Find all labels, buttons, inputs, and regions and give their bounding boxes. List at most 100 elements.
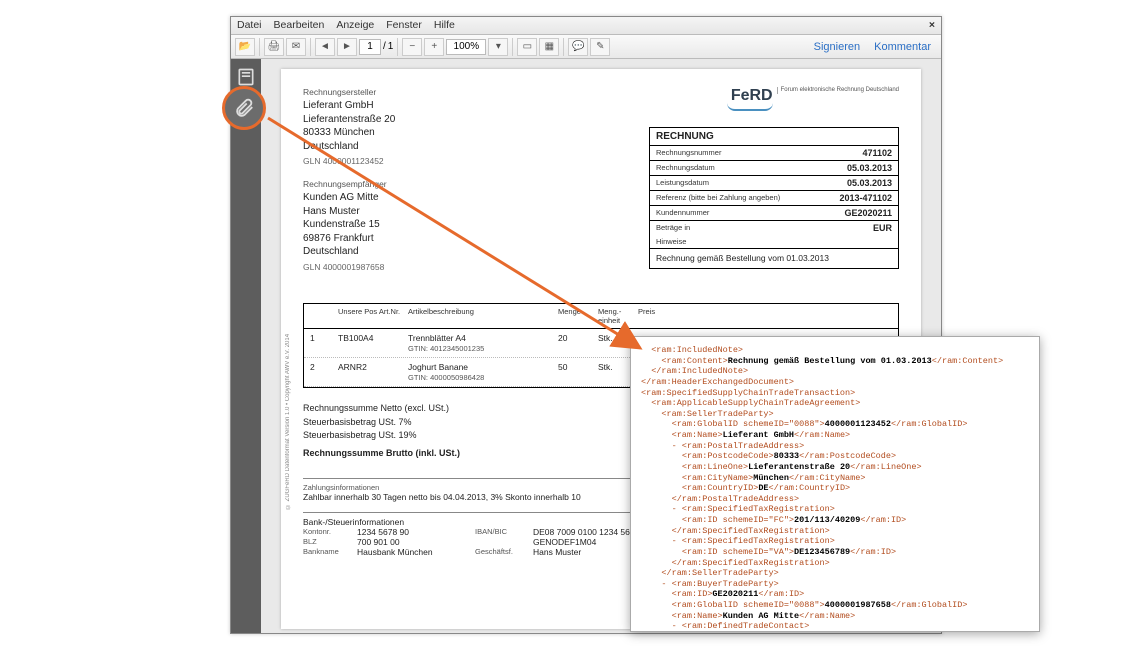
invoice-row: Beträge inEUR — [650, 221, 898, 235]
highlight-icon[interactable]: ✎ — [590, 38, 610, 56]
col-price: Preis — [638, 307, 892, 325]
col-desc: Artikelbeschreibung — [408, 307, 558, 325]
menu-window[interactable]: Fenster — [386, 19, 422, 32]
xml-line: <ram:ID schemeID="FC">201/113/40209</ram… — [641, 515, 1029, 526]
bank-name-label: Bankname — [303, 547, 349, 557]
attachment-callout — [222, 86, 266, 130]
seller-address: Lieferant GmbH Lieferantenstraße 20 8033… — [303, 99, 625, 167]
xml-line: <ram:GlobalID schemeID="0088">4000001987… — [641, 600, 1029, 611]
xml-line: <ram:CountryID>DE</ram:CountryID> — [641, 483, 1029, 494]
thumbnails-icon[interactable] — [236, 67, 256, 87]
buyer-city: 69876 Frankfurt — [303, 232, 625, 246]
xml-line: <ram:ID>GE2020211</ram:ID> — [641, 589, 1029, 600]
xml-line: </ram:SpecifiedTaxRegistration> — [641, 558, 1029, 569]
bank-name: Hausbank München — [357, 547, 467, 557]
seller-city: 80333 München — [303, 126, 625, 140]
buyer-country: Deutschland — [303, 245, 625, 259]
bank-iban-label: IBAN/BIC — [475, 527, 525, 537]
xml-line: <ram:Name>Kunden AG Mitte</ram:Name> — [641, 611, 1029, 622]
xml-line: - <ram:SpecifiedTaxRegistration> — [641, 504, 1029, 515]
buyer-address: Kunden AG Mitte Hans Muster Kundenstraße… — [303, 191, 625, 273]
zoom-dropdown-icon[interactable]: ▾ — [488, 38, 508, 56]
seller-street: Lieferantenstraße 20 — [303, 113, 625, 127]
xml-line: <ram:Content>Rechnung gemäß Bestellung v… — [641, 356, 1029, 367]
zoom-input[interactable] — [446, 39, 486, 55]
xml-line: - <ram:DefinedTradeContact> — [641, 621, 1029, 632]
invoice-note-label: Hinweise — [656, 237, 686, 246]
seller-label: Rechnungsersteller — [303, 87, 625, 97]
bank-bic: GENODEF1M04 — [533, 537, 596, 547]
col-unit: Meng.-einheit — [598, 307, 638, 325]
xml-line: <ram:PostcodeCode>80333</ram:PostcodeCod… — [641, 451, 1029, 462]
close-icon[interactable]: × — [929, 19, 935, 32]
invoice-row: KundennummerGE2020211 — [650, 206, 898, 221]
seller-name: Lieferant GmbH — [303, 99, 625, 113]
invoice-note: Rechnung gemäß Bestellung vom 01.03.2013 — [650, 249, 898, 268]
invoice-row: Leistungsdatum05.03.2013 — [650, 176, 898, 191]
open-icon[interactable]: 📂 — [235, 38, 255, 56]
buyer-label: Rechnungsempfänger — [303, 179, 625, 189]
xml-line: <ram:SellerTradeParty> — [641, 409, 1029, 420]
ferd-logo: FeRD Forum elektronische Rechnung Deutsc… — [649, 87, 899, 121]
ferd-logo-text: FeRD — [727, 87, 773, 105]
xml-line: <ram:Name>Lieferant GmbH</ram:Name> — [641, 430, 1029, 441]
xml-line: <ram:LineOne>Lieferantenstraße 20</ram:L… — [641, 462, 1029, 473]
invoice-row: Referenz (bitte bei Zahlung angeben)2013… — [650, 191, 898, 206]
mail-icon[interactable]: ✉ — [286, 38, 306, 56]
sign-link[interactable]: Signieren — [814, 41, 860, 53]
bank-contact-label: Geschäftsf. — [475, 547, 525, 557]
xml-line: <ram:CityName>München</ram:CityName> — [641, 473, 1029, 484]
menu-edit[interactable]: Bearbeiten — [274, 19, 325, 32]
bank-acct: 1234 5678 90 — [357, 527, 467, 537]
xml-line: <ram:SpecifiedSupplyChainTradeTransactio… — [641, 388, 1029, 399]
paperclip-icon — [233, 97, 255, 119]
ferd-logo-sub: Forum elektronische Rechnung Deutschland — [777, 87, 899, 94]
page-current-input[interactable] — [359, 39, 381, 55]
page-prev-icon[interactable]: ◄ — [315, 38, 335, 56]
xml-line: </ram:IncludedNote> — [641, 366, 1029, 377]
copyright-vertical: © ZUGFeRD Datenformat Version 1.0 • Copy… — [285, 129, 291, 509]
invoice-title: RECHNUNG — [650, 128, 898, 146]
sidebar — [231, 59, 261, 633]
invoice-row: Rechnungsnummer471102 — [650, 146, 898, 161]
buyer-name: Kunden AG Mitte — [303, 191, 625, 205]
page-indicator: / 1 — [359, 39, 393, 55]
buyer-person: Hans Muster — [303, 205, 625, 219]
seller-country: Deutschland — [303, 140, 625, 154]
buyer-street: Kundenstraße 15 — [303, 218, 625, 232]
xml-line: <ram:ApplicableSupplyChainTradeAgreement… — [641, 398, 1029, 409]
menu-file[interactable]: Datei — [237, 19, 262, 32]
col-qty: Menge — [558, 307, 598, 325]
tool-a-icon[interactable]: ▭ — [517, 38, 537, 56]
tool-b-icon[interactable]: ▦ — [539, 38, 559, 56]
xml-line: - <ram:PostalTradeAddress> — [641, 441, 1029, 452]
page-total: 1 — [388, 41, 394, 52]
xml-line: <ram:IncludedNote> — [641, 345, 1029, 356]
page-next-icon[interactable]: ► — [337, 38, 357, 56]
print-icon[interactable]: 🖨 — [264, 38, 284, 56]
xml-line: </ram:SellerTradeParty> — [641, 568, 1029, 579]
zoom-in-icon[interactable]: + — [424, 38, 444, 56]
xml-line: - <ram:BuyerTradeParty> — [641, 579, 1029, 590]
menu-bar: Datei Bearbeiten Anzeige Fenster Hilfe × — [231, 17, 941, 35]
bank-blz: 700 901 00 — [357, 537, 467, 547]
bank-acct-label: Kontonr. — [303, 527, 349, 537]
buyer-gln: GLN 4000001987658 — [303, 262, 625, 273]
toolbar: 📂 🖨 ✉ ◄ ► / 1 − + ▾ ▭ ▦ 💬 ✎ Signier — [231, 35, 941, 59]
xml-line: <ram:GlobalID schemeID="0088">4000001123… — [641, 419, 1029, 430]
bank-blz-label: BLZ — [303, 537, 349, 547]
xml-line: </ram:HeaderExchangedDocument> — [641, 377, 1029, 388]
bank-contact: Hans Muster — [533, 547, 581, 557]
page-sep: / — [383, 41, 386, 52]
xml-line: - <ram:SpecifiedTaxRegistration> — [641, 536, 1029, 547]
col-pos: Unsere Pos Art.Nr. — [338, 307, 408, 325]
seller-gln: GLN 4000001123452 — [303, 156, 625, 167]
comment-bubble-icon[interactable]: 💬 — [568, 38, 588, 56]
invoice-row: Rechnungsdatum05.03.2013 — [650, 161, 898, 176]
menu-view[interactable]: Anzeige — [336, 19, 374, 32]
zoom-out-icon[interactable]: − — [402, 38, 422, 56]
xml-line: </ram:PostalTradeAddress> — [641, 494, 1029, 505]
menu-help[interactable]: Hilfe — [434, 19, 455, 32]
xml-line: </ram:SpecifiedTaxRegistration> — [641, 526, 1029, 537]
comment-link[interactable]: Kommentar — [874, 41, 931, 53]
